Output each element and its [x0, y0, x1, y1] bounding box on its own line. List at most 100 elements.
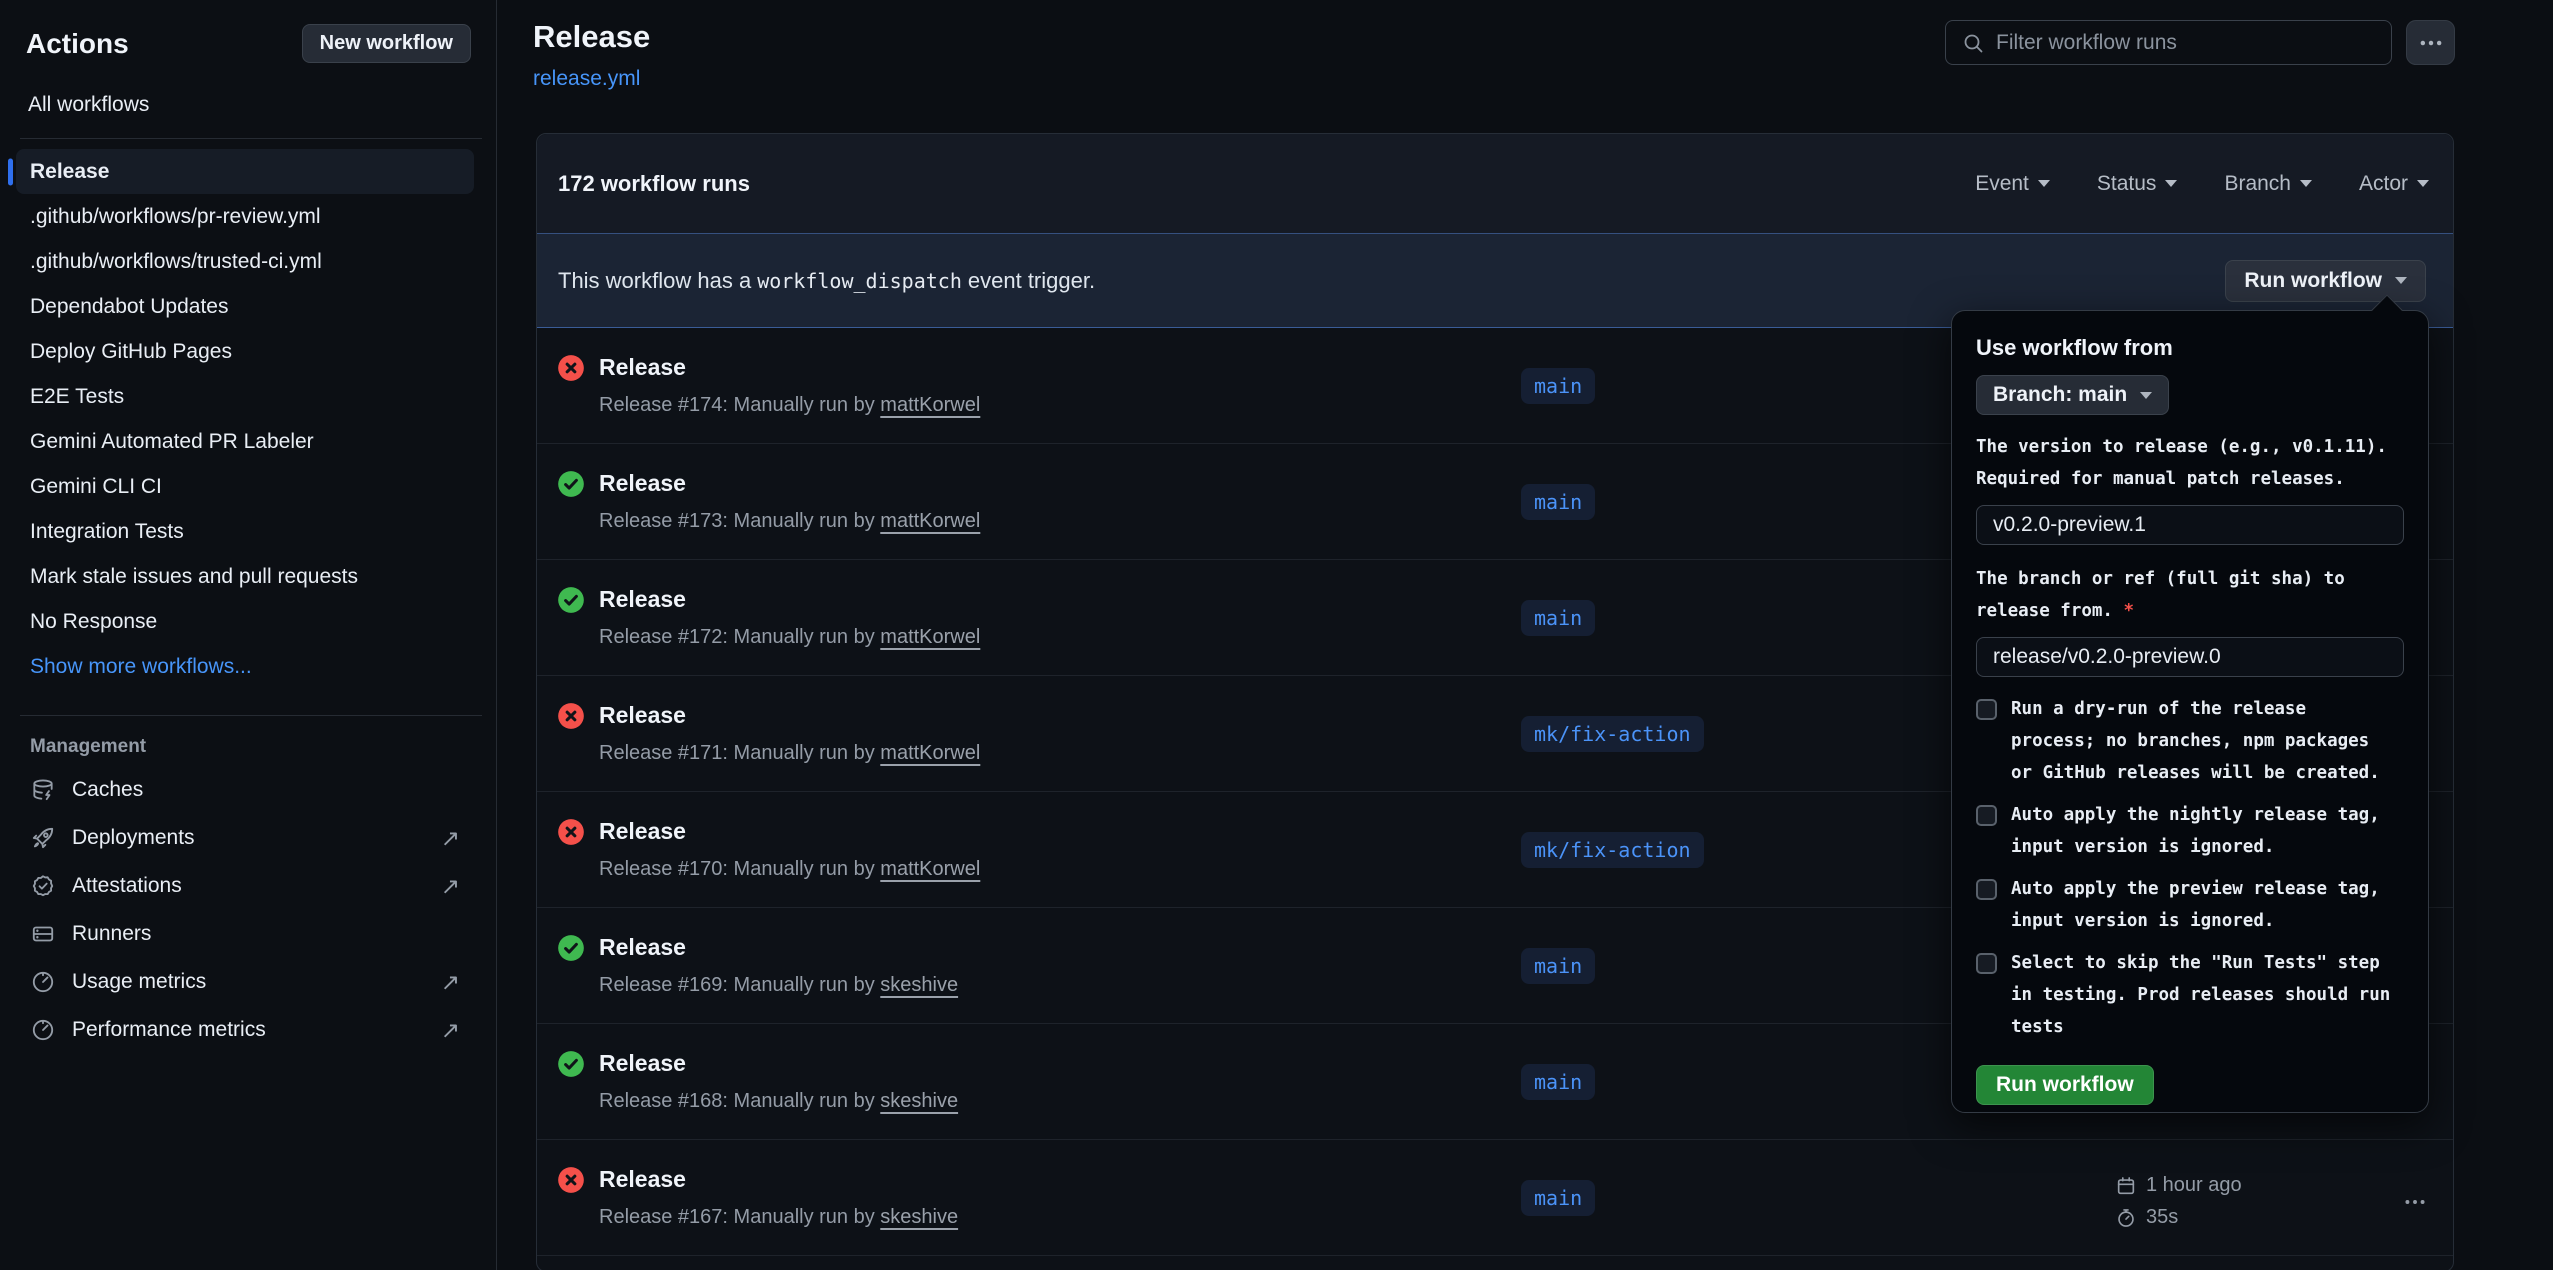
- sidebar-item-deployments[interactable]: Deployments ↗: [16, 814, 474, 862]
- runs-card-header: 172 workflow runs Event Status Branch Ac…: [537, 134, 2453, 233]
- sidebar-item-release[interactable]: Release: [16, 149, 474, 194]
- run-title[interactable]: Release: [599, 933, 958, 961]
- nightly-tag-checkbox[interactable]: [1976, 805, 1997, 826]
- branch-selector-button[interactable]: Branch: main: [1976, 375, 2169, 415]
- run-title[interactable]: Release: [599, 585, 980, 613]
- filter-runs-input[interactable]: [1996, 31, 2376, 55]
- sidebar-item-e2e-tests[interactable]: E2E Tests: [16, 374, 474, 419]
- workflow-file-link[interactable]: release.yml: [533, 67, 640, 91]
- branch-badge[interactable]: main: [1521, 368, 1595, 404]
- filter-event-dropdown[interactable]: Event: [1975, 172, 2050, 196]
- header-actions: [1945, 20, 2455, 65]
- sidebar-item-all-workflows[interactable]: All workflows: [28, 93, 470, 117]
- branch-badge[interactable]: main: [1521, 1064, 1595, 1100]
- sidebar-item-no-response[interactable]: No Response: [16, 599, 474, 644]
- dry-run-label[interactable]: Run a dry-run of the release process; no…: [2011, 693, 2380, 789]
- run-workflow-submit-button[interactable]: Run workflow: [1976, 1065, 2154, 1105]
- run-description: Release #173: Manually run by mattKorwel: [599, 510, 980, 533]
- run-description: Release #174: Manually run by mattKorwel: [599, 394, 980, 417]
- sidebar-item-caches[interactable]: Caches: [16, 766, 474, 814]
- actor-link[interactable]: mattKorwel: [880, 742, 980, 764]
- run-title[interactable]: Release: [599, 353, 980, 381]
- kebab-horizontal-icon: [2417, 29, 2445, 57]
- sidebar-item-performance-metrics[interactable]: Performance metrics ↗: [16, 1006, 474, 1054]
- dry-run-checkbox[interactable]: [1976, 699, 1997, 720]
- actor-link[interactable]: mattKorwel: [880, 394, 980, 416]
- preview-tag-label[interactable]: Auto apply the preview release tag, inpu…: [2011, 873, 2380, 937]
- sidebar-item-gemini-pr-labeler[interactable]: Gemini Automated PR Labeler: [16, 419, 474, 464]
- sidebar-item-pr-review[interactable]: .github/workflows/pr-review.yml: [16, 194, 474, 239]
- event-code: workflow_dispatch: [751, 269, 968, 293]
- run-workflow-dropdown-button[interactable]: Run workflow: [2225, 260, 2426, 302]
- skip-tests-checkbox[interactable]: [1976, 953, 1997, 974]
- run-title[interactable]: Release: [599, 817, 980, 845]
- kebab-horizontal-icon: [2402, 1189, 2428, 1215]
- branch-badge[interactable]: mk/fix-action: [1521, 832, 1704, 868]
- branch-badge[interactable]: main: [1521, 1180, 1595, 1216]
- external-link-icon: ↗: [441, 875, 460, 898]
- actions-page: Actions New workflow All workflows Relea…: [0, 0, 2553, 1270]
- next-run-row-partial: [537, 1256, 2453, 1270]
- branch-badge[interactable]: main: [1521, 948, 1595, 984]
- filter-status-dropdown[interactable]: Status: [2097, 172, 2178, 196]
- ref-input[interactable]: [1976, 637, 2404, 677]
- show-more-workflows-link[interactable]: Show more workflows...: [16, 644, 474, 689]
- sidebar-item-label: Runners: [72, 922, 151, 946]
- actor-link[interactable]: skeshive: [880, 974, 958, 996]
- sidebar-item-integration-tests[interactable]: Integration Tests: [16, 509, 474, 554]
- sidebar-item-dependabot-updates[interactable]: Dependabot Updates: [16, 284, 474, 329]
- chevron-down-icon: [2300, 180, 2312, 187]
- run-options-button[interactable]: [2393, 1188, 2437, 1216]
- popup-title: Use workflow from: [1976, 335, 2404, 361]
- sidebar-item-deploy-github-pages[interactable]: Deploy GitHub Pages: [16, 329, 474, 374]
- runs-count: 172 workflow runs: [558, 171, 750, 197]
- sidebar-divider: [20, 138, 482, 139]
- sidebar-item-label: Performance metrics: [72, 1018, 266, 1042]
- run-title[interactable]: Release: [599, 1049, 958, 1077]
- chevron-down-icon: [2140, 392, 2152, 399]
- preview-tag-checkbox[interactable]: [1976, 879, 1997, 900]
- success-status-icon: [557, 1050, 585, 1078]
- title-block: Release release.yml: [533, 20, 650, 91]
- sidebar-title: Actions: [26, 28, 129, 60]
- actor-link[interactable]: mattKorwel: [880, 510, 980, 532]
- sidebar-item-gemini-cli-ci[interactable]: Gemini CLI CI: [16, 464, 474, 509]
- actor-link[interactable]: skeshive: [880, 1090, 958, 1112]
- version-help-text: The version to release (e.g., v0.1.11). …: [1976, 431, 2404, 495]
- sidebar-item-runners[interactable]: Runners: [16, 910, 474, 958]
- nightly-tag-label[interactable]: Auto apply the nightly release tag, inpu…: [2011, 799, 2380, 863]
- workflow-run-row[interactable]: Release Release #167: Manually run by sk…: [537, 1140, 2453, 1256]
- gauge-icon: [30, 969, 56, 995]
- cache-icon: [30, 777, 56, 803]
- main-content: Release release.yml 172 workflow runs Ev…: [497, 0, 2553, 1270]
- run-description: Release #169: Manually run by skeshive: [599, 974, 958, 997]
- filter-branch-dropdown[interactable]: Branch: [2224, 172, 2312, 196]
- run-title[interactable]: Release: [599, 701, 980, 729]
- actor-link[interactable]: skeshive: [880, 1206, 958, 1228]
- branch-badge[interactable]: main: [1521, 600, 1595, 636]
- new-workflow-button[interactable]: New workflow: [302, 24, 471, 63]
- version-input[interactable]: [1976, 505, 2404, 545]
- chevron-down-icon: [2165, 180, 2177, 187]
- filter-runs-searchbox[interactable]: [1945, 20, 2392, 65]
- skip-tests-label[interactable]: Select to skip the "Run Tests" step in t…: [2011, 947, 2390, 1043]
- actor-link[interactable]: mattKorwel: [880, 858, 980, 880]
- sidebar-item-attestations[interactable]: Attestations ↗: [16, 862, 474, 910]
- sidebar-item-trusted-ci[interactable]: .github/workflows/trusted-ci.yml: [16, 239, 474, 284]
- branch-badge[interactable]: mk/fix-action: [1521, 716, 1704, 752]
- search-icon: [1961, 31, 1985, 55]
- run-title[interactable]: Release: [599, 1165, 958, 1193]
- run-description: Release #170: Manually run by mattKorwel: [599, 858, 980, 881]
- actor-link[interactable]: mattKorwel: [880, 626, 980, 648]
- required-asterisk: *: [2124, 601, 2135, 621]
- sidebar-item-label: Attestations: [72, 874, 182, 898]
- filter-actor-dropdown[interactable]: Actor: [2359, 172, 2429, 196]
- run-description: Release #172: Manually run by mattKorwel: [599, 626, 980, 649]
- sidebar-item-mark-stale[interactable]: Mark stale issues and pull requests: [16, 554, 474, 599]
- workflow-options-button[interactable]: [2406, 20, 2455, 65]
- run-title[interactable]: Release: [599, 469, 980, 497]
- sidebar-item-usage-metrics[interactable]: Usage metrics ↗: [16, 958, 474, 1006]
- branch-badge[interactable]: main: [1521, 484, 1595, 520]
- management-section-label: Management: [30, 736, 496, 758]
- calendar-icon: [2115, 1175, 2137, 1197]
